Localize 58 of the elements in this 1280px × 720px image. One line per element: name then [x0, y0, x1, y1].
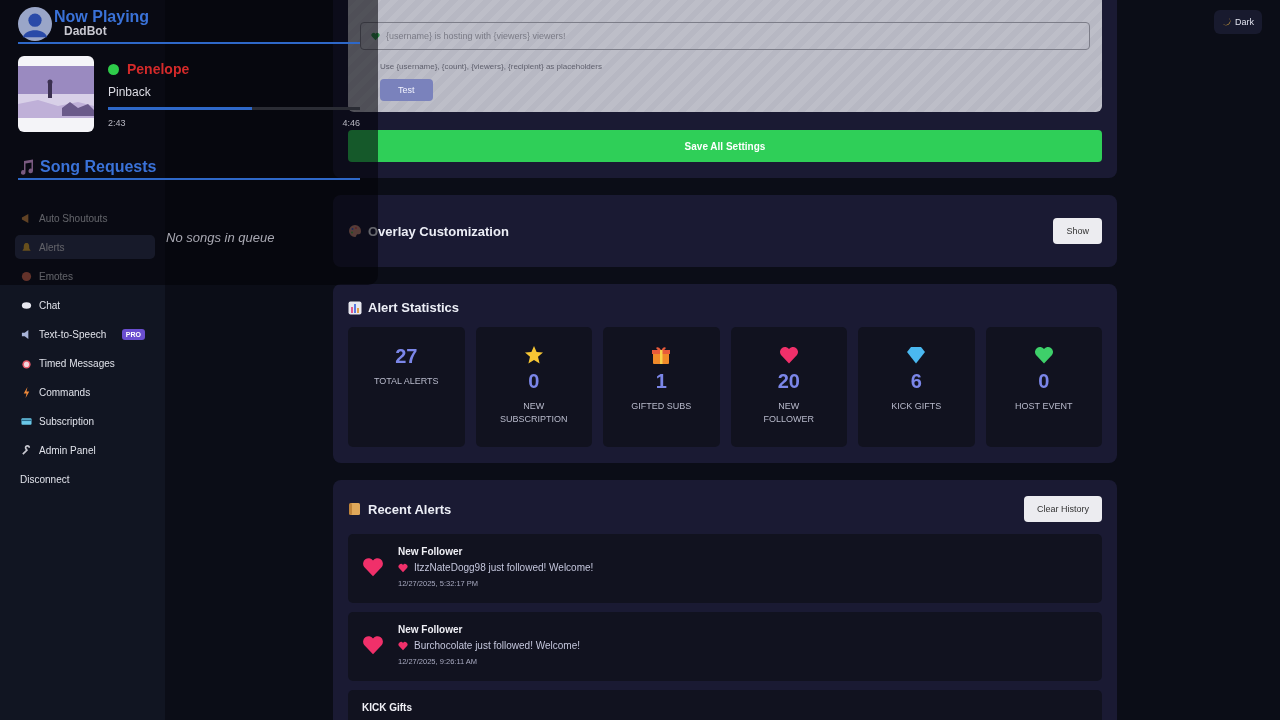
bolt-icon: [21, 386, 32, 398]
empty-queue-message: No songs in queue: [166, 230, 276, 245]
diamond-icon: [906, 345, 927, 365]
stat-value: 27: [395, 345, 418, 368]
scroll-icon: [348, 502, 362, 516]
stat-value: 0: [1038, 370, 1050, 393]
show-button[interactable]: Show: [1053, 218, 1102, 244]
clear-history-button[interactable]: Clear History: [1024, 496, 1102, 522]
alert-title: New Follower: [398, 546, 464, 557]
sidebar-item[interactable]: Chat: [15, 293, 155, 317]
alert-message: ItzzNateDogg98 just followed! Welcome!: [414, 562, 594, 573]
star-icon: [523, 345, 544, 365]
sidebar-item[interactable]: Admin Panel: [15, 438, 155, 462]
elapsed-time: 2:43: [108, 118, 126, 128]
sidebar-item[interactable]: Commands: [15, 380, 155, 404]
theme-toggle-button[interactable]: Dark: [1214, 10, 1262, 34]
heart-icon: [371, 31, 380, 41]
heart-icon: [778, 345, 799, 365]
stat-label: NEW FOLLOWER: [762, 400, 815, 426]
section-title: Overlay Customization: [368, 223, 509, 239]
heart-icon: [362, 556, 384, 578]
palette-icon: [348, 224, 362, 238]
duration-time: 4:46: [342, 118, 360, 128]
heart-icon: [1033, 345, 1054, 365]
bar-chart-icon: [348, 300, 362, 315]
gift-icon: [651, 345, 672, 365]
card-icon: [21, 415, 32, 427]
alert-message: Burchocolate just followed! Welcome!: [414, 640, 580, 651]
stat-label: NEW SUBSCRIPTION: [499, 400, 569, 426]
placeholder-hint: Use {username}, {count}, {viewers}, {recipient} as placeholders: [379, 62, 603, 71]
stat-label: TOTAL ALERTS: [372, 375, 440, 388]
heart-icon: [362, 634, 384, 656]
stat-label: GIFTED SUBS: [630, 400, 693, 413]
alert-title: New Follower: [398, 624, 464, 635]
artist-name: Pinback: [108, 85, 152, 99]
sidebar-item[interactable]: Subscription: [15, 409, 155, 433]
avatar-icon: [18, 7, 52, 41]
alarm-icon: [21, 357, 32, 369]
stat-value: 0: [528, 370, 540, 393]
section-title: Recent Alerts: [368, 501, 452, 517]
sidebar-item[interactable]: Timed Messages: [15, 351, 155, 375]
disconnect-link[interactable]: Disconnect: [15, 467, 153, 491]
chat-icon: [21, 299, 32, 311]
song-requests-title: Song Requests: [40, 158, 157, 176]
alert-title: KICK Gifts: [362, 702, 412, 713]
heart-icon: [398, 562, 408, 573]
stat-label: HOST EVENT: [1014, 400, 1074, 413]
heart-icon: [398, 640, 408, 651]
music-note-icon: [18, 158, 36, 176]
stat-label: KICK GIFTS: [890, 400, 943, 413]
stat-value: 1: [655, 370, 667, 393]
stat-value: 6: [910, 370, 922, 393]
stat-value: 20: [777, 370, 800, 393]
bell-icon: [21, 241, 32, 253]
wrench-icon: [21, 444, 32, 456]
section-title: Alert Statistics: [368, 300, 460, 315]
track-title: Penelope: [127, 61, 190, 77]
bot-name: DadBot: [64, 24, 107, 38]
